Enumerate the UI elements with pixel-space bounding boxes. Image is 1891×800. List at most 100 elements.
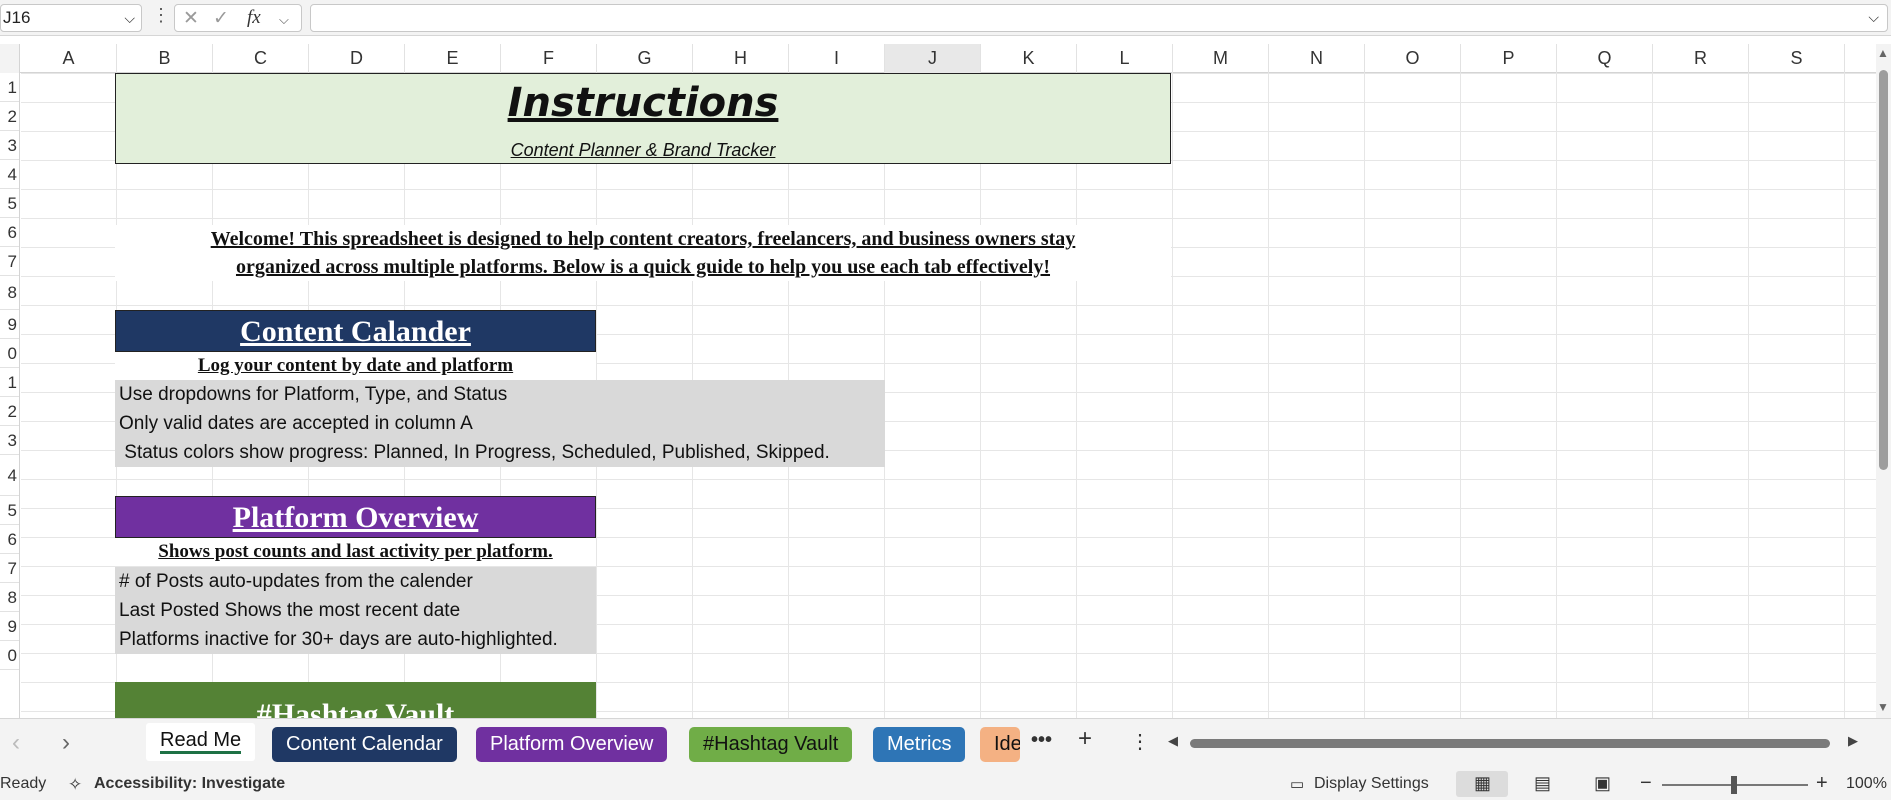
column-header-f[interactable]: F <box>501 44 597 73</box>
row-header[interactable]: 0 <box>0 339 19 368</box>
row-header[interactable]: 3 <box>0 131 19 160</box>
column-header-k[interactable]: K <box>981 44 1077 73</box>
note-line: # of Posts auto-updates from the calende… <box>119 571 473 592</box>
row-header[interactable]: 8 <box>0 583 19 612</box>
row-header[interactable]: 6 <box>0 525 19 554</box>
row-header[interactable]: 5 <box>0 496 19 525</box>
row-header[interactable]: 9 <box>0 310 19 339</box>
zoom-out-icon[interactable]: − <box>1640 772 1652 795</box>
sheet-tab[interactable]: Read Me <box>146 723 256 761</box>
row-header[interactable]: 1 <box>0 368 19 397</box>
horizontal-scrollbar[interactable]: ◀ ▶ <box>1168 733 1866 753</box>
column-header-a[interactable]: A <box>21 44 117 73</box>
content-calendar-heading: Content Calander <box>115 310 596 352</box>
row-header[interactable]: 0 <box>0 641 19 670</box>
cell-grid[interactable]: Instructions Content Planner & Brand Tra… <box>21 73 1876 718</box>
column-header-c[interactable]: C <box>213 44 309 73</box>
sheet-tab[interactable]: Ide <box>980 727 1020 762</box>
sheet-tab[interactable]: Metrics <box>873 727 966 762</box>
scroll-down-icon[interactable]: ▼ <box>1877 700 1889 714</box>
sheet-tab-label: Platform Overview <box>490 733 654 755</box>
note-line: Platforms inactive for 30+ days are auto… <box>119 629 558 650</box>
previous-sheet-icon[interactable]: ‹ <box>12 729 20 757</box>
column-header-j[interactable]: J <box>885 44 981 73</box>
select-all-corner[interactable] <box>0 44 20 73</box>
column-header-l[interactable]: L <box>1077 44 1173 73</box>
zoom-level[interactable]: 100% <box>1846 775 1887 793</box>
welcome-line-1: Welcome! This spreadsheet is designed to… <box>210 228 1076 250</box>
row-header[interactable]: 3 <box>0 426 19 455</box>
content-calendar-subheading: Log your content by date and platform <box>115 352 596 380</box>
column-header-q[interactable]: Q <box>1557 44 1653 73</box>
row-header[interactable]: 2 <box>0 102 19 131</box>
formula-bar: J16 ⌵ ⋮ ✕ ✓ fx ⌵ ⌵ <box>0 0 1891 36</box>
row-header[interactable]: 4 <box>0 455 19 496</box>
column-header-s[interactable]: S <box>1749 44 1845 73</box>
row-header[interactable]: 7 <box>0 554 19 583</box>
sheet-tab[interactable]: Content Calendar <box>272 727 457 762</box>
column-header-g[interactable]: G <box>597 44 693 73</box>
column-header-h[interactable]: H <box>693 44 789 73</box>
check-icon[interactable]: ✓ <box>213 7 229 30</box>
sheet-options-icon[interactable]: ⋮ <box>1130 729 1150 754</box>
platform-overview-heading: Platform Overview <box>115 496 596 538</box>
column-header-p[interactable]: P <box>1461 44 1557 73</box>
more-sheets-icon[interactable]: ••• <box>1031 729 1052 752</box>
row-header[interactable]: 6 <box>0 218 19 247</box>
zoom-slider-handle[interactable] <box>1731 776 1737 794</box>
zoom-in-icon[interactable]: + <box>1816 772 1828 795</box>
page-break-view-button[interactable]: ▣ <box>1576 771 1628 797</box>
page-layout-icon: ▤ <box>1534 773 1552 793</box>
welcome-text: Welcome! This spreadsheet is designed to… <box>115 225 1171 281</box>
ready-status: Ready <box>0 775 47 792</box>
column-header-b[interactable]: B <box>117 44 213 73</box>
accessibility-status[interactable]: Accessibility: Investigate <box>94 775 285 793</box>
name-box[interactable]: J16 ⌵ <box>0 4 142 32</box>
row-header[interactable]: 2 <box>0 397 19 426</box>
column-header-o[interactable]: O <box>1365 44 1461 73</box>
horizontal-scroll-thumb[interactable] <box>1190 739 1830 748</box>
column-header-m[interactable]: M <box>1173 44 1269 73</box>
sheet-tab-label: Metrics <box>887 733 952 755</box>
column-header-n[interactable]: N <box>1269 44 1365 73</box>
column-header-d[interactable]: D <box>309 44 405 73</box>
display-settings-button[interactable]: Display Settings <box>1314 775 1429 793</box>
vertical-scrollbar[interactable]: ▲ ▼ <box>1876 44 1891 718</box>
row-header[interactable]: 7 <box>0 247 19 276</box>
row-header[interactable]: 4 <box>0 160 19 189</box>
scroll-left-icon[interactable]: ◀ <box>1168 733 1178 749</box>
page-layout-view-button[interactable]: ▤ <box>1516 771 1568 797</box>
column-header: ABCDEFGHIJKLMNOPQRS <box>0 44 1880 73</box>
row-header[interactable]: 8 <box>0 276 19 310</box>
platform-overview-subheading: Shows post counts and last activity per … <box>115 538 596 566</box>
column-header-e[interactable]: E <box>405 44 501 73</box>
next-sheet-icon[interactable]: › <box>62 729 70 757</box>
accessibility-icon[interactable]: ✧ <box>68 775 82 795</box>
column-header-i[interactable]: I <box>789 44 885 73</box>
display-settings-icon[interactable]: ▭ <box>1290 775 1304 793</box>
welcome-line-2: organized across multiple platforms. Bel… <box>235 256 1051 278</box>
chevron-down-icon[interactable]: ⌵ <box>279 12 289 28</box>
sheet-tab[interactable]: Platform Overview <box>476 727 668 762</box>
scroll-up-icon[interactable]: ▲ <box>1877 46 1889 60</box>
expand-formula-icon[interactable]: ⌵ <box>1868 9 1879 26</box>
chevron-down-icon[interactable]: ⌵ <box>124 5 135 31</box>
sheet-tab-label: #Hashtag Vault <box>703 733 839 755</box>
column-header-r[interactable]: R <box>1653 44 1749 73</box>
more-options-icon[interactable]: ⋮ <box>152 5 170 26</box>
sheet-tab[interactable]: #Hashtag Vault <box>689 727 853 762</box>
cancel-icon[interactable]: ✕ <box>183 7 199 30</box>
instructions-title: Instructions <box>507 80 779 126</box>
row-header[interactable]: 1 <box>0 73 19 102</box>
page-break-icon: ▣ <box>1594 773 1612 793</box>
note-line: Only valid dates are accepted in column … <box>119 413 473 434</box>
note-line: Use dropdowns for Platform, Type, and St… <box>119 384 508 405</box>
vertical-scroll-thumb[interactable] <box>1879 70 1888 470</box>
normal-view-button[interactable]: ▦ <box>1456 771 1508 797</box>
formula-input[interactable]: ⌵ <box>310 4 1888 32</box>
scroll-right-icon[interactable]: ▶ <box>1848 733 1858 749</box>
insert-function-button[interactable]: fx <box>247 7 261 29</box>
row-header[interactable]: 9 <box>0 612 19 641</box>
row-header[interactable]: 5 <box>0 189 19 218</box>
add-sheet-icon[interactable]: + <box>1078 725 1092 753</box>
